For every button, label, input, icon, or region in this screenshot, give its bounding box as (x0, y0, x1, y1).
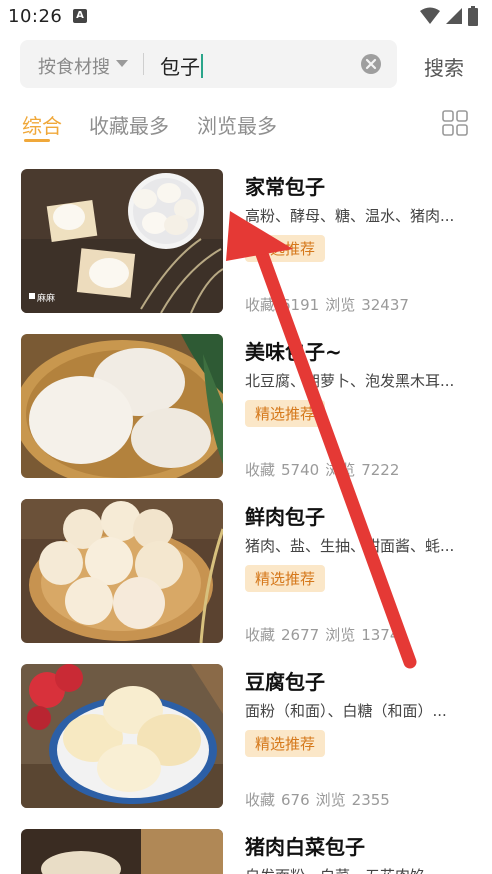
favorites-count: 676 (281, 791, 310, 809)
recipe-stats: 收藏 5740 浏览 7222 (245, 459, 405, 480)
views-count: 1374 (361, 626, 400, 644)
recipe-item[interactable]: 猪肉白菜包子 自发面粉、白菜、五花肉馅... (0, 829, 492, 874)
signal-icon (446, 8, 462, 24)
recipe-ingredients: 猪肉、盐、生抽、甜面酱、蚝... (245, 537, 455, 555)
views-count: 2355 (351, 791, 390, 809)
active-tab-indicator (24, 139, 50, 142)
recipe-thumbnail[interactable] (21, 664, 223, 808)
image-watermark: 麻麻 (37, 292, 55, 303)
tab-comprehensive[interactable]: 综合 (22, 110, 62, 139)
status-time: 10:26 (8, 6, 63, 27)
recipe-title: 家常包子 (245, 175, 325, 199)
text-cursor (201, 54, 203, 78)
grid-view-icon[interactable] (442, 110, 468, 136)
wifi-icon (420, 7, 440, 24)
recipe-item[interactable]: 麻麻 家常包子 高粉、酵母、糖、温水、猪肉... 精选推荐 收藏 6191 浏览 32… (0, 169, 492, 319)
tab-most-viewed[interactable]: 浏览最多 (197, 110, 277, 139)
recipe-thumbnail[interactable]: 麻麻 (21, 169, 223, 313)
favorites-count: 2677 (281, 626, 320, 644)
search-box: 按食材搜 包子 (20, 40, 397, 88)
recipe-stats: 收藏 676 浏览 2355 (245, 789, 396, 810)
favorites-count: 5740 (281, 461, 320, 479)
category-dropdown[interactable]: 按食材搜 (38, 53, 110, 79)
tab-most-favorited[interactable]: 收藏最多 (89, 110, 169, 139)
search-divider (143, 53, 144, 75)
views-label: 浏览 (325, 626, 356, 644)
status-bar: 10:26 A (0, 0, 492, 34)
recipe-stats: 收藏 6191 浏览 32437 (245, 294, 415, 315)
recipe-ingredients: 高粉、酵母、糖、温水、猪肉... (245, 207, 455, 225)
views-label: 浏览 (325, 461, 356, 479)
views-label: 浏览 (325, 296, 356, 314)
favorites-label: 收藏 (245, 296, 276, 314)
notification-icon: A (73, 9, 87, 23)
status-icons (420, 6, 478, 26)
chevron-down-icon[interactable] (116, 60, 128, 67)
recipe-item[interactable]: 豆腐包子 面粉（和面）、白糖（和面）... 精选推荐 收藏 676 浏览 2355 (0, 664, 492, 814)
favorites-count: 6191 (281, 296, 320, 314)
views-label: 浏览 (315, 791, 346, 809)
recipe-stats: 收藏 2677 浏览 1374 (245, 624, 405, 645)
views-count: 7222 (361, 461, 400, 479)
favorites-label: 收藏 (245, 791, 276, 809)
featured-badge: 精选推荐 (245, 400, 326, 427)
featured-badge: 精选推荐 (245, 235, 326, 262)
search-query: 包子 (160, 55, 200, 79)
battery-icon (468, 6, 478, 26)
recipe-ingredients: 自发面粉、白菜、五花肉馅... (245, 865, 467, 874)
recipe-item[interactable]: 鲜肉包子 猪肉、盐、生抽、甜面酱、蚝... 精选推荐 收藏 2677 浏览 1374 (0, 499, 492, 649)
featured-badge: 精选推荐 (245, 565, 326, 592)
search-button[interactable]: 搜索 (424, 52, 464, 81)
recipe-item[interactable]: 美味包子~ 北豆腐、胡萝卜、泡发黑木耳... 精选推荐 收藏 5740 浏览 7222 (0, 334, 492, 484)
recipe-thumbnail[interactable] (21, 334, 223, 478)
recipe-title: 豆腐包子 (245, 670, 325, 694)
recipe-title: 美味包子~ (245, 340, 342, 364)
recipe-thumbnail[interactable] (21, 829, 223, 874)
recipe-title: 猪肉白菜包子 (245, 835, 365, 859)
recipe-thumbnail[interactable] (21, 499, 223, 643)
recipe-title: 鲜肉包子 (245, 505, 325, 529)
views-count: 32437 (361, 296, 409, 314)
search-input[interactable]: 包子 (160, 51, 203, 80)
clear-icon[interactable] (361, 54, 381, 74)
featured-badge: 精选推荐 (245, 730, 326, 757)
recipe-ingredients: 北豆腐、胡萝卜、泡发黑木耳... (245, 372, 455, 390)
favorites-label: 收藏 (245, 461, 276, 479)
favorites-label: 收藏 (245, 626, 276, 644)
recipe-ingredients: 面粉（和面）、白糖（和面）... (245, 702, 447, 720)
